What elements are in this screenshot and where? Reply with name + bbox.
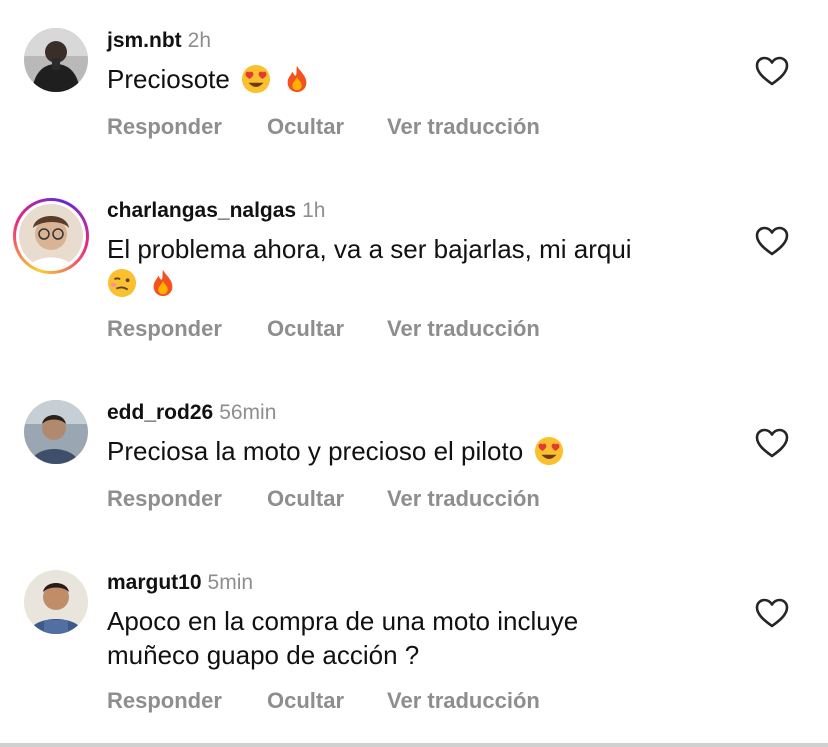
- translate-button[interactable]: Ver traducción: [387, 687, 540, 715]
- translate-button[interactable]: Ver traducción: [387, 113, 540, 141]
- avatar: [19, 204, 83, 268]
- comment-text: Preciosote: [107, 62, 667, 96]
- reply-button[interactable]: Responder: [107, 113, 267, 141]
- heart-icon[interactable]: [754, 597, 790, 629]
- timestamp: 56min: [219, 401, 277, 424]
- hide-button[interactable]: Ocultar: [267, 485, 387, 513]
- comment-actions: Responder Ocultar Ver traducción: [107, 485, 540, 513]
- comment-text: Preciosa la moto y precioso el piloto: [107, 434, 667, 468]
- username-link[interactable]: jsm.nbt: [107, 29, 182, 52]
- heart-icon[interactable]: [754, 55, 790, 87]
- comment-actions: Responder Ocultar Ver traducción: [107, 113, 540, 141]
- comment-meta: charlangas_nalgas 1h: [107, 198, 325, 224]
- hide-button[interactable]: Ocultar: [267, 315, 387, 343]
- reply-button[interactable]: Responder: [107, 315, 267, 343]
- comment-meta: jsm.nbt 2h: [107, 28, 211, 54]
- hide-button[interactable]: Ocultar: [267, 113, 387, 141]
- comment-text: Apoco en la compra de una moto incluye m…: [107, 604, 647, 672]
- timestamp: 2h: [187, 29, 212, 52]
- comment-meta: edd_rod26 56min: [107, 400, 276, 426]
- comment-body: Preciosa la moto y precioso el piloto: [107, 436, 524, 466]
- comment-text: El problema ahora, va a ser bajarlas, mi…: [107, 232, 667, 300]
- bottom-divider: [0, 743, 828, 747]
- avatar[interactable]: [24, 28, 88, 92]
- avatar[interactable]: [24, 570, 88, 634]
- username-link[interactable]: margut10: [107, 571, 202, 594]
- translate-button[interactable]: Ver traducción: [387, 315, 540, 343]
- reply-button[interactable]: Responder: [107, 485, 267, 513]
- heart-icon[interactable]: [754, 225, 790, 257]
- translate-button[interactable]: Ver traducción: [387, 485, 540, 513]
- timestamp: 5min: [207, 571, 254, 594]
- heart-eyes-emoji: [242, 64, 271, 94]
- hide-button[interactable]: Ocultar: [267, 687, 387, 715]
- woozy-face-emoji: [107, 268, 137, 298]
- comment-body: Apoco en la compra de una moto incluye m…: [107, 606, 579, 670]
- comment-body: Preciosote: [107, 64, 230, 94]
- username-link[interactable]: charlangas_nalgas: [107, 199, 296, 222]
- comment-actions: Responder Ocultar Ver traducción: [107, 315, 540, 343]
- heart-icon[interactable]: [754, 427, 790, 459]
- avatar-story-ring[interactable]: [13, 198, 89, 274]
- comment-actions: Responder Ocultar Ver traducción: [107, 687, 540, 715]
- comment-body: El problema ahora, va a ser bajarlas, mi…: [107, 234, 632, 264]
- heart-eyes-emoji: [535, 436, 564, 466]
- timestamp: 1h: [302, 199, 326, 222]
- avatar[interactable]: [24, 400, 88, 464]
- username-link[interactable]: edd_rod26: [107, 401, 213, 424]
- fire-emoji: [287, 65, 307, 93]
- reply-button[interactable]: Responder: [107, 687, 267, 715]
- comment-meta: margut10 5min: [107, 570, 253, 596]
- fire-emoji: [153, 269, 173, 297]
